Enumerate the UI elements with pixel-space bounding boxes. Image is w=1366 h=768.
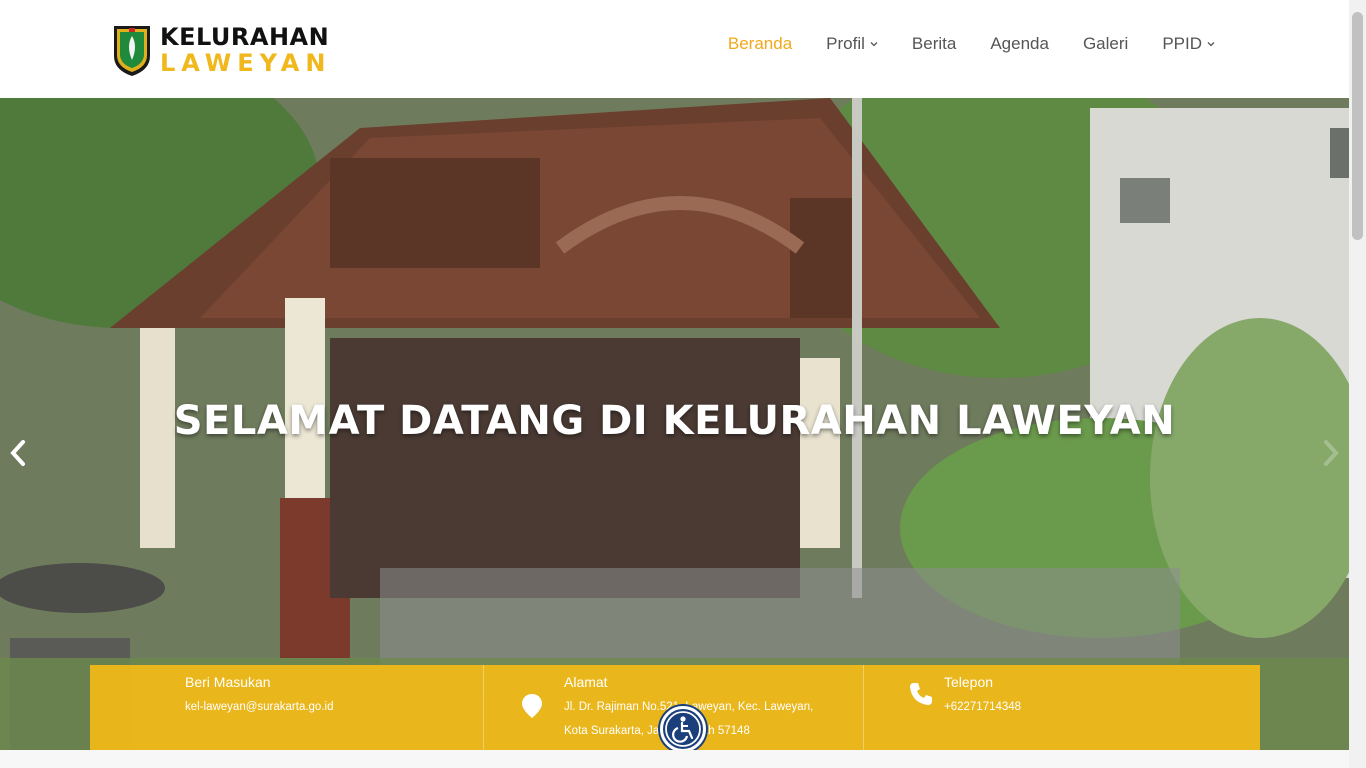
nav-label: PPID	[1162, 34, 1202, 53]
brand-name-line1: KELURAHAN	[160, 23, 330, 51]
wheelchair-accessibility-icon	[665, 711, 701, 747]
nav-label: Berita	[911, 34, 957, 53]
phone-number[interactable]: +62271714348	[944, 695, 1021, 719]
scrollbar-thumb[interactable]	[1352, 12, 1363, 240]
hero-title: SELAMAT DATANG DI KELURAHAN LAWEYAN	[173, 398, 1176, 444]
feedback-info: Beri Masukan kel-laweyan@surakarta.go.id	[90, 665, 484, 750]
site-header: KELURAHAN LAWEYAN Beranda Profil Berita …	[0, 0, 1349, 98]
brand-text: KELURAHAN LAWEYAN	[160, 25, 331, 75]
nav-label: Profil	[826, 34, 865, 53]
nav-item-ppid[interactable]: PPID	[1162, 34, 1215, 54]
chevron-down-icon	[1207, 42, 1215, 47]
city-crest-icon	[114, 26, 150, 76]
phone-title: Telepon	[944, 674, 994, 690]
phone-info: Telepon +62271714348	[864, 665, 1260, 750]
nav-label: Agenda	[990, 34, 1049, 53]
nav-label: Galeri	[1082, 34, 1129, 53]
nav-item-profil[interactable]: Profil	[826, 34, 878, 54]
accessibility-button[interactable]	[660, 706, 706, 752]
nav-item-beranda[interactable]: Beranda	[728, 34, 792, 54]
main-nav: Beranda Profil Berita Agenda Galeri PPID	[694, 34, 1215, 54]
brand-logo[interactable]: KELURAHAN LAWEYAN	[112, 22, 331, 78]
chevron-left-icon[interactable]	[8, 438, 28, 468]
chevron-down-icon	[870, 42, 878, 47]
page-scrollbar[interactable]	[1349, 0, 1366, 768]
nav-item-agenda[interactable]: Agenda	[990, 34, 1049, 54]
nav-label: Beranda	[727, 34, 793, 53]
map-pin-icon	[522, 694, 542, 718]
feedback-title: Beri Masukan	[185, 674, 271, 690]
chevron-right-icon[interactable]	[1321, 438, 1341, 468]
hero-slider: SELAMAT DATANG DI KELURAHAN LAWEYAN	[0, 98, 1349, 750]
phone-icon	[910, 683, 932, 705]
feedback-email[interactable]: kel-laweyan@surakarta.go.id	[185, 695, 333, 719]
brand-name-line2: LAWEYAN	[160, 49, 332, 77]
page-bottom	[0, 750, 1349, 768]
address-title: Alamat	[564, 674, 608, 690]
nav-item-galeri[interactable]: Galeri	[1083, 34, 1128, 54]
nav-item-berita[interactable]: Berita	[912, 34, 956, 54]
